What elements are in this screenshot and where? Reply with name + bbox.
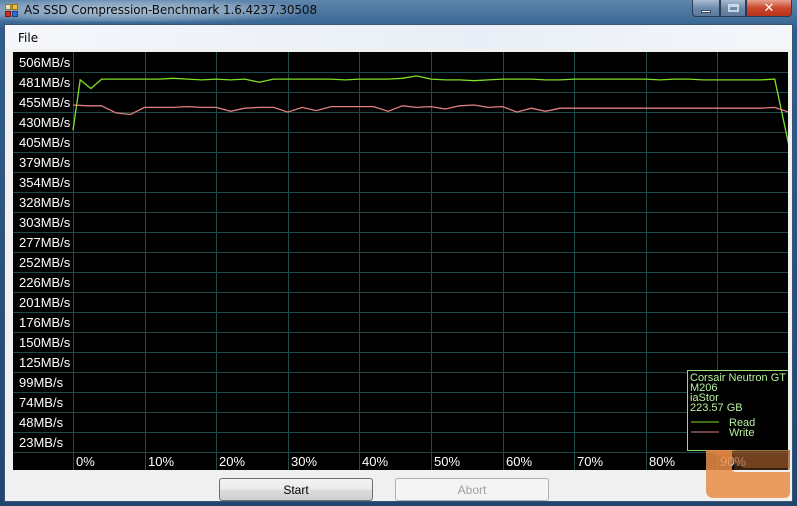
y-tick-label: 23MB/s xyxy=(19,435,64,450)
y-tick-label: 125MB/s xyxy=(19,355,71,370)
y-tick-label: 74MB/s xyxy=(19,395,64,410)
maximize-button[interactable] xyxy=(720,0,746,17)
y-tick-label: 303MB/s xyxy=(19,215,71,230)
x-tick-label: 80% xyxy=(649,454,675,469)
title-bar[interactable]: AS SSD Compression-Benchmark 1.6.4237.30… xyxy=(0,0,797,22)
maximize-icon xyxy=(727,4,739,12)
y-tick-label: 430MB/s xyxy=(19,115,71,130)
benchmark-chart: 506MB/s 481MB/s 455MB/s 430MB/s 405MB/s 379MB… xyxy=(13,52,788,470)
x-tick-label: 90% xyxy=(720,454,746,469)
y-tick-label: 455MB/s xyxy=(19,95,71,110)
y-tick-label: 506MB/s xyxy=(19,55,71,70)
x-tick-label: 40% xyxy=(362,454,388,469)
legend-write-label: Write xyxy=(729,427,754,439)
start-button[interactable]: Start xyxy=(219,478,373,501)
y-tick-label: 201MB/s xyxy=(19,295,71,310)
y-tick-label: 150MB/s xyxy=(19,335,71,350)
close-button[interactable]: ✕ xyxy=(746,0,792,17)
y-tick-label: 405MB/s xyxy=(19,135,71,150)
app-window: AS SSD Compression-Benchmark 1.6.4237.30… xyxy=(0,0,797,506)
y-tick-label: 48MB/s xyxy=(19,415,64,430)
x-tick-label: 20% xyxy=(219,454,245,469)
x-tick-label: 60% xyxy=(506,454,532,469)
x-tick-label: 0% xyxy=(76,454,95,469)
y-tick-label: 99MB/s xyxy=(19,375,64,390)
window-title: AS SSD Compression-Benchmark 1.6.4237.30… xyxy=(24,3,317,17)
y-tick-label: 354MB/s xyxy=(19,175,71,190)
x-tick-label: 10% xyxy=(148,454,174,469)
y-tick-label: 252MB/s xyxy=(19,255,71,270)
abort-button[interactable]: Abort xyxy=(395,478,549,501)
series-line-write xyxy=(72,104,788,116)
app-icon[interactable] xyxy=(5,4,19,17)
chart-svg: 506MB/s 481MB/s 455MB/s 430MB/s 405MB/s 379MB… xyxy=(13,52,788,470)
y-tick-label: 481MB/s xyxy=(19,75,71,90)
y-tick-label: 226MB/s xyxy=(19,275,71,290)
y-tick-label: 379MB/s xyxy=(19,155,71,170)
y-tick-label: 277MB/s xyxy=(19,235,71,250)
x-tick-label: 70% xyxy=(577,454,603,469)
caption-buttons: ✕ xyxy=(692,0,792,17)
y-tick-label: 176MB/s xyxy=(19,315,71,330)
x-tick-label: 30% xyxy=(291,454,317,469)
minimize-icon xyxy=(701,9,711,13)
legend-capacity: 223.57 GB xyxy=(690,402,743,414)
client-area: File 506MB/s 481MB/s 455MB/s 430MB/s 405MB/s… xyxy=(4,24,793,502)
series-line-read xyxy=(72,75,788,145)
menu-item-file[interactable]: File xyxy=(18,31,38,45)
close-icon: ✕ xyxy=(763,0,775,16)
menu-bar: File xyxy=(5,25,792,49)
y-tick-label: 328MB/s xyxy=(19,195,71,210)
x-tick-label: 50% xyxy=(434,454,460,469)
minimize-button[interactable] xyxy=(692,0,720,17)
